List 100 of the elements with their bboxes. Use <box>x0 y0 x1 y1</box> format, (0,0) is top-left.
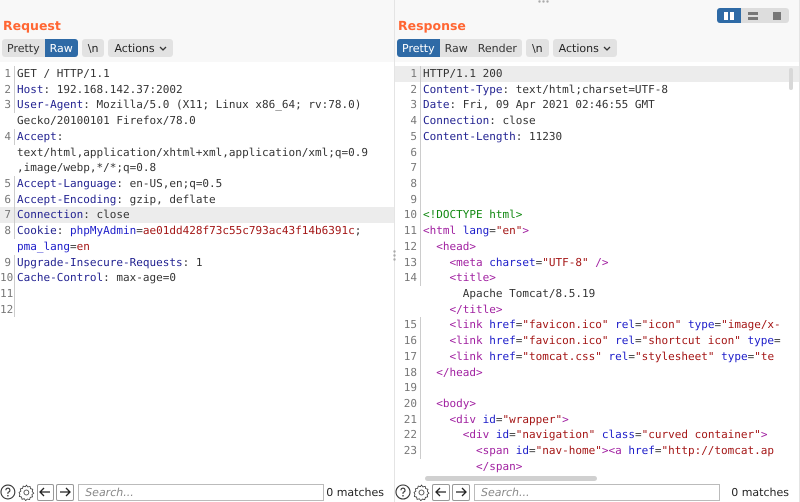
line-number: 10 <box>395 207 421 224</box>
code-text: <link href="favicon.ico" rel="shortcut icon" type= <box>448 333 781 349</box>
previous-button[interactable] <box>432 484 450 500</box>
code-text: <div id="navigation" class="curved container"> <box>462 427 768 444</box>
code-text: <meta charset="UTF-8" /> <box>448 254 608 270</box>
line-number: 12 <box>395 238 421 255</box>
chevron-down-icon <box>602 46 611 50</box>
code-text: Content-Length: 11230 <box>422 128 562 145</box>
panel-title: Response <box>397 18 466 33</box>
line-number: 8 <box>395 176 421 192</box>
panel-title: Request <box>2 18 61 33</box>
help-icon[interactable] <box>395 484 411 500</box>
arrow-left-icon <box>39 487 52 497</box>
line-number: 22 <box>395 427 421 444</box>
view-tab[interactable]: Raw <box>44 39 78 57</box>
code-text: Host: 192.168.142.37:2002 <box>16 82 183 98</box>
line-number: 5 <box>0 176 15 192</box>
line-number: 2 <box>395 82 421 98</box>
code-text: pma_lang=en <box>16 238 90 255</box>
line-number: 12 <box>0 302 15 318</box>
arrow-right-icon <box>455 487 467 497</box>
view-tab[interactable]: Render <box>472 39 522 57</box>
search-field[interactable]: Search... <box>78 484 324 500</box>
code-text: Accept: <box>16 128 64 145</box>
drag-handle-icon[interactable] <box>538 0 549 3</box>
scrollbar[interactable] <box>425 476 597 481</box>
line-number: 14 <box>395 270 421 286</box>
code-text: Cache-Control: max-age=0 <box>16 270 176 286</box>
code-text: HTTP/1.1 200 <box>422 66 502 82</box>
code-text: Gecko/20100101 Firefox/78.0 <box>16 113 196 129</box>
code-text: ,image/webp,*/*;q=0.8 <box>16 160 156 176</box>
layout-button[interactable] <box>717 8 741 23</box>
code-text: Upgrade-Insecure-Requests: 1 <box>16 254 202 270</box>
line-number: 7 <box>0 207 15 224</box>
match-count: 0 matches <box>731 486 790 498</box>
line-number: 11 <box>395 223 421 239</box>
code-text: GET / HTTP/1.1 <box>16 66 110 82</box>
code-text: Content-Type: text/html;charset=UTF-8 <box>422 82 668 98</box>
arrow-left-icon <box>435 487 447 497</box>
line-number: 7 <box>395 160 421 176</box>
help-icon[interactable] <box>0 484 16 500</box>
line-number: 3 <box>395 97 421 114</box>
code-text: <span id="nav-home"><a href="http://tomcat.ap <box>474 443 774 459</box>
match-count: 0 matches <box>326 486 385 498</box>
settings-icon[interactable] <box>18 484 35 500</box>
line-number: 5 <box>395 128 421 145</box>
view-tab[interactable]: Pretty <box>397 39 440 57</box>
code-text: Connection: close <box>422 113 536 129</box>
line-number: 9 <box>395 192 421 208</box>
code-text: Connection: close <box>16 207 130 224</box>
code-text: Apache Tomcat/8.5.19 <box>462 286 596 302</box>
actions-button[interactable]: Actions <box>108 39 173 57</box>
line-number: 2 <box>0 82 15 98</box>
line-number: 1 <box>395 66 421 82</box>
line-number: 1 <box>0 66 15 82</box>
code-text: Accept-Encoding: gzip, deflate <box>16 192 216 208</box>
newline-toggle-button[interactable]: \n <box>82 39 104 57</box>
code-text: <title> <box>448 270 496 286</box>
columns-icon <box>724 12 734 20</box>
view-tab[interactable]: Pretty <box>2 39 45 57</box>
view-tab[interactable]: Raw <box>440 39 473 57</box>
line-number: 8 <box>0 223 15 239</box>
actions-button[interactable]: Actions <box>552 39 617 57</box>
code-text: <body> <box>435 396 476 412</box>
previous-button[interactable] <box>36 484 54 500</box>
arrow-right-icon <box>59 487 72 497</box>
code-text: text/html,application/xhtml+xml,application/xml;q=0.9 <box>16 144 368 160</box>
code-text: Accept-Language: en-US,en;q=0.5 <box>16 176 222 192</box>
line-number: 11 <box>0 286 15 302</box>
line-number: 4 <box>395 113 421 129</box>
line-number: 4 <box>0 128 15 145</box>
square-icon <box>772 12 782 20</box>
code-text: <div id="wrapper"> <box>448 412 569 428</box>
rows-icon <box>748 12 758 20</box>
line-number: 19 <box>395 380 421 396</box>
line-number: 6 <box>395 144 421 160</box>
search-field[interactable]: Search... <box>474 484 720 500</box>
line-number: 20 <box>395 396 421 412</box>
next-button[interactable] <box>452 484 470 500</box>
line-number: 21 <box>395 412 421 428</box>
code-text: <link href="favicon.ico" rel="icon" type="image/x- <box>448 317 781 334</box>
code-text: <head> <box>435 238 476 255</box>
scrollbar[interactable] <box>789 68 793 90</box>
code-text: Cookie: phpMyAdmin=ae01dd428f73c55c793ac43f14b6391c; <box>16 223 362 239</box>
line-number: 18 <box>395 364 421 380</box>
settings-icon[interactable] <box>413 484 430 500</box>
line-number: 23 <box>395 443 421 459</box>
line-number: 9 <box>0 254 15 270</box>
line-number: 17 <box>395 348 421 365</box>
code-text: <link href="tomcat.css" rel="stylesheet" type="te <box>448 348 774 365</box>
drag-handle-icon[interactable] <box>393 250 396 261</box>
line-number: 15 <box>395 317 421 334</box>
code-text: User-Agent: Mozilla/5.0 (X11; Linux x86_64; rv:78.0) <box>16 97 362 114</box>
next-button[interactable] <box>56 484 74 500</box>
line-number: 10 <box>0 270 15 286</box>
code-text: Date: Fri, 09 Apr 2021 02:46:55 GMT <box>422 97 655 114</box>
code-text: <html lang="en"> <box>422 223 529 239</box>
code-text: </head> <box>435 364 483 380</box>
newline-toggle-button[interactable]: \n <box>526 39 549 57</box>
line-number: 13 <box>395 254 421 270</box>
